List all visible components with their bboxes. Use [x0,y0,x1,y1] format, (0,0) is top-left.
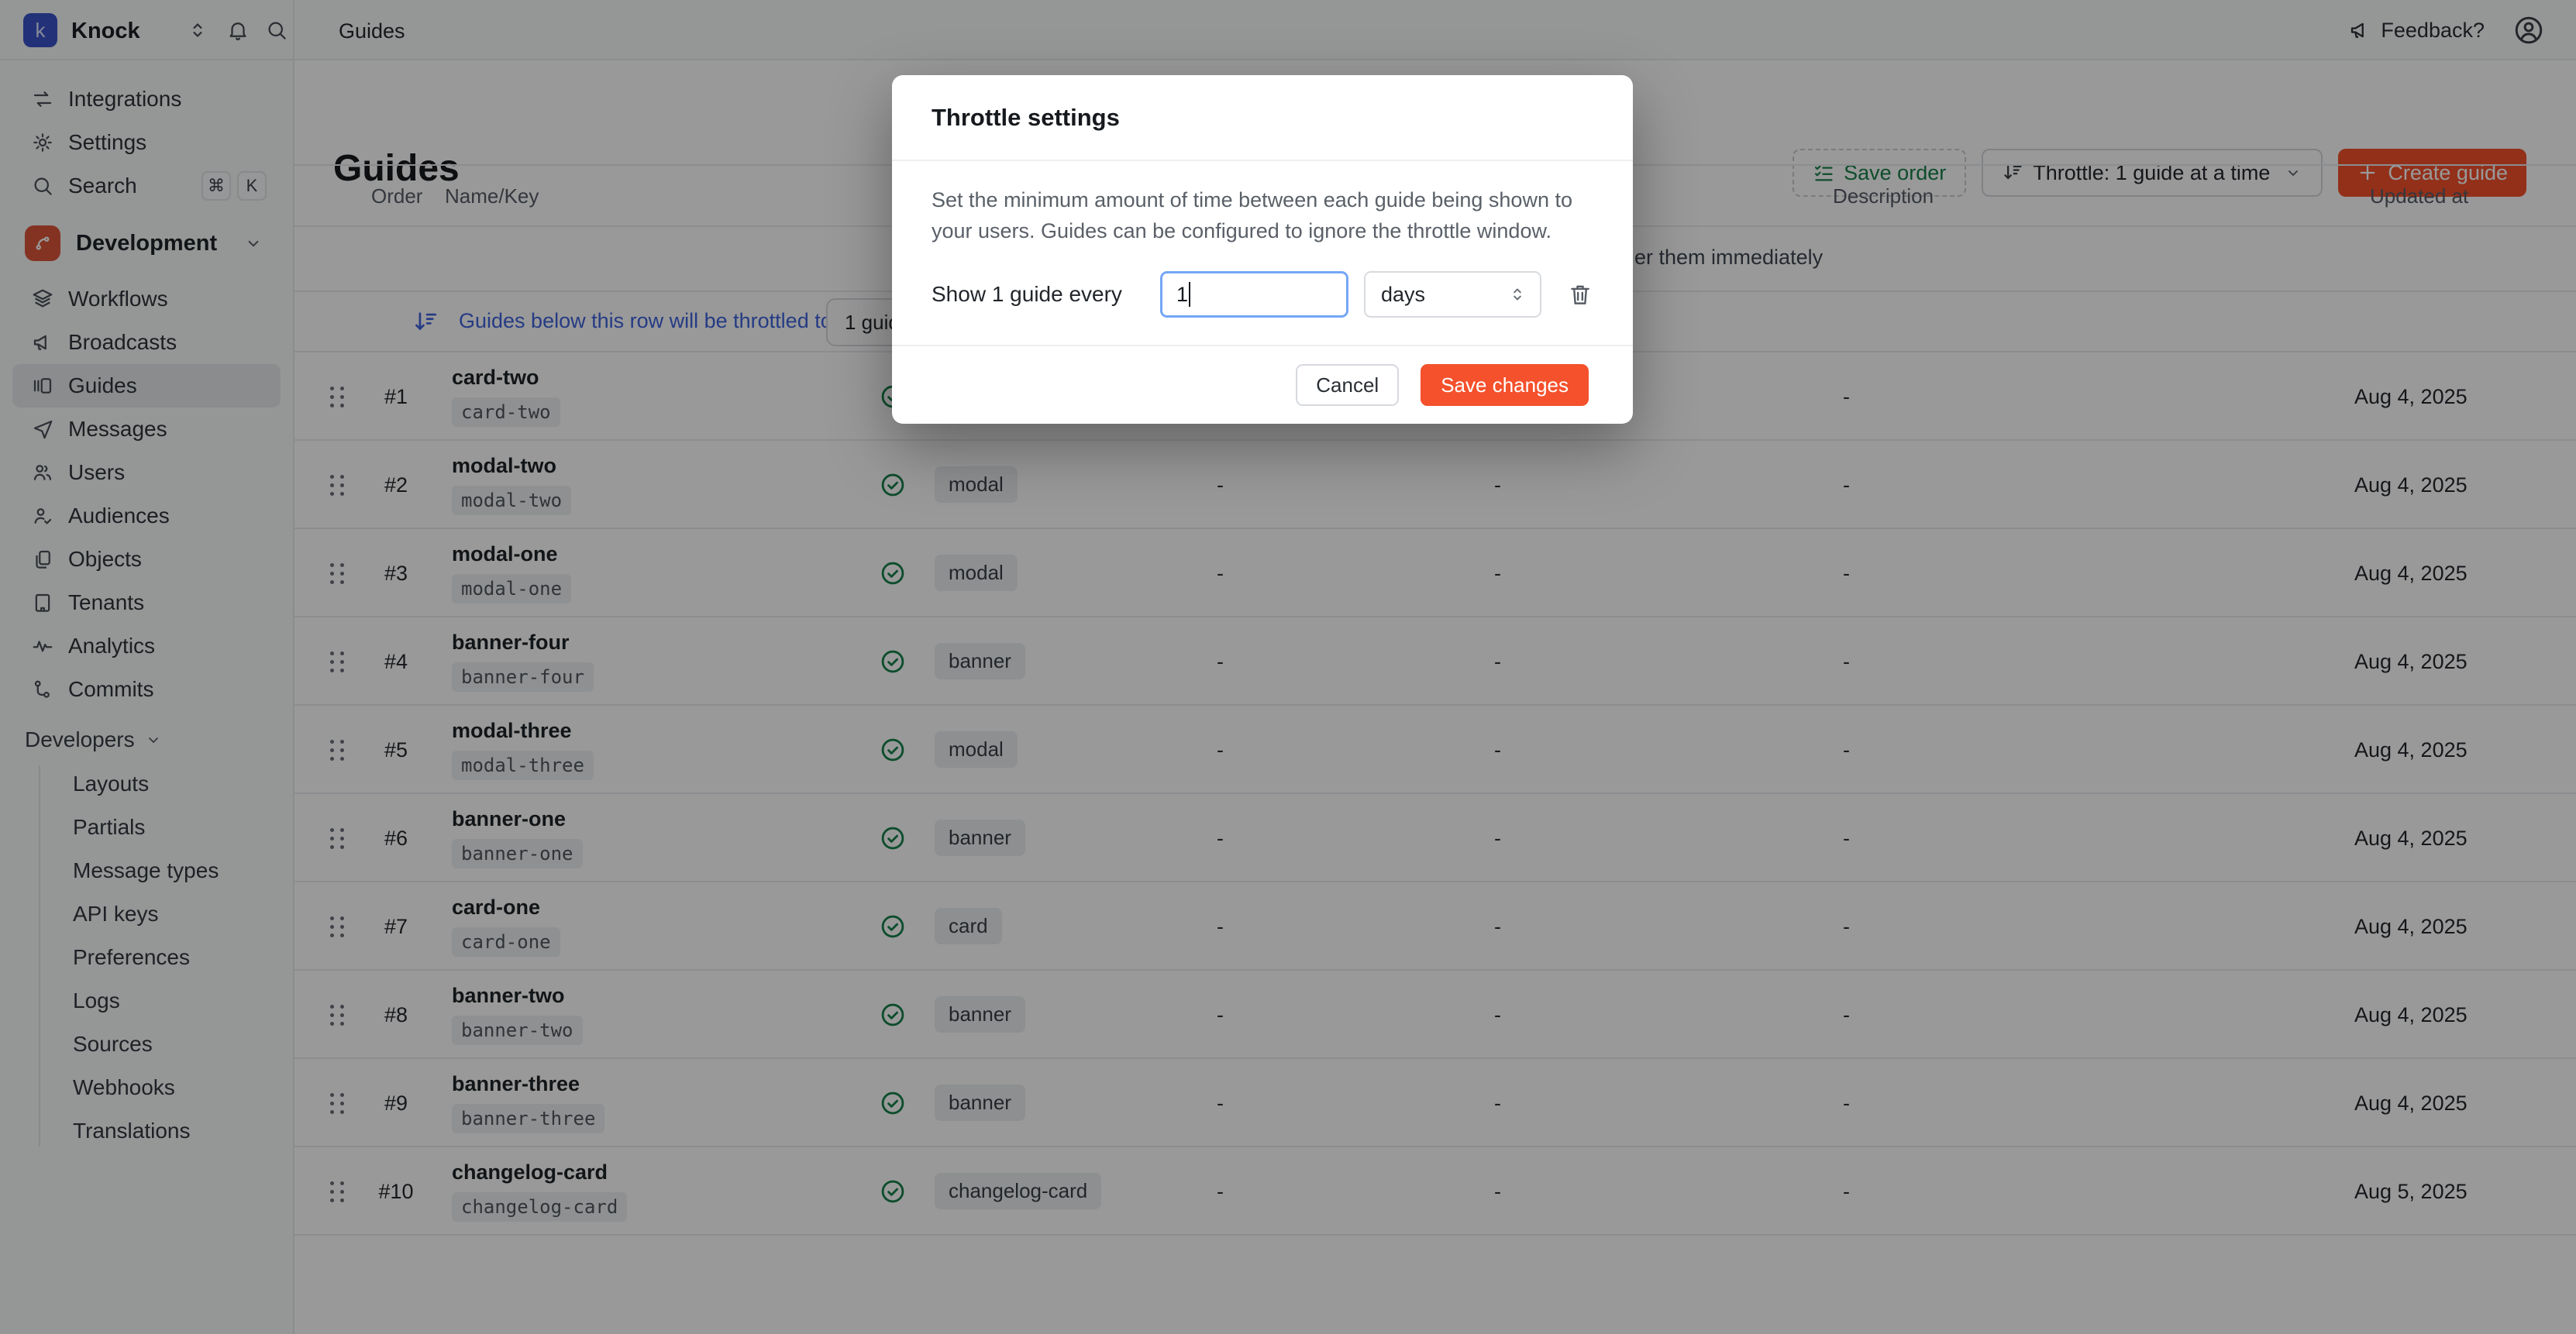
modal-description: Set the minimum amount of time between e… [932,184,1575,246]
modal-title: Throttle settings [932,104,1120,132]
throttle-settings-modal: Throttle settings Set the minimum amount… [892,75,1633,424]
select-stepper-icon [1507,284,1527,304]
text-caret [1189,282,1190,307]
throttle-unit-select[interactable]: days [1364,271,1541,318]
interval-value: 1 [1176,283,1188,307]
throttle-form-label: Show 1 guide every [932,282,1122,307]
throttle-form-row: Show 1 guide every 1 days [932,271,1593,318]
trash-icon [1567,281,1593,308]
unit-value: days [1381,283,1425,307]
throttle-interval-input[interactable]: 1 [1160,271,1348,318]
cancel-button[interactable]: Cancel [1296,364,1399,406]
modal-header: Throttle settings [892,75,1633,161]
modal-footer: Cancel Save changes [892,345,1633,424]
save-changes-button[interactable]: Save changes [1421,364,1589,406]
remove-throttle-button[interactable] [1567,281,1593,308]
